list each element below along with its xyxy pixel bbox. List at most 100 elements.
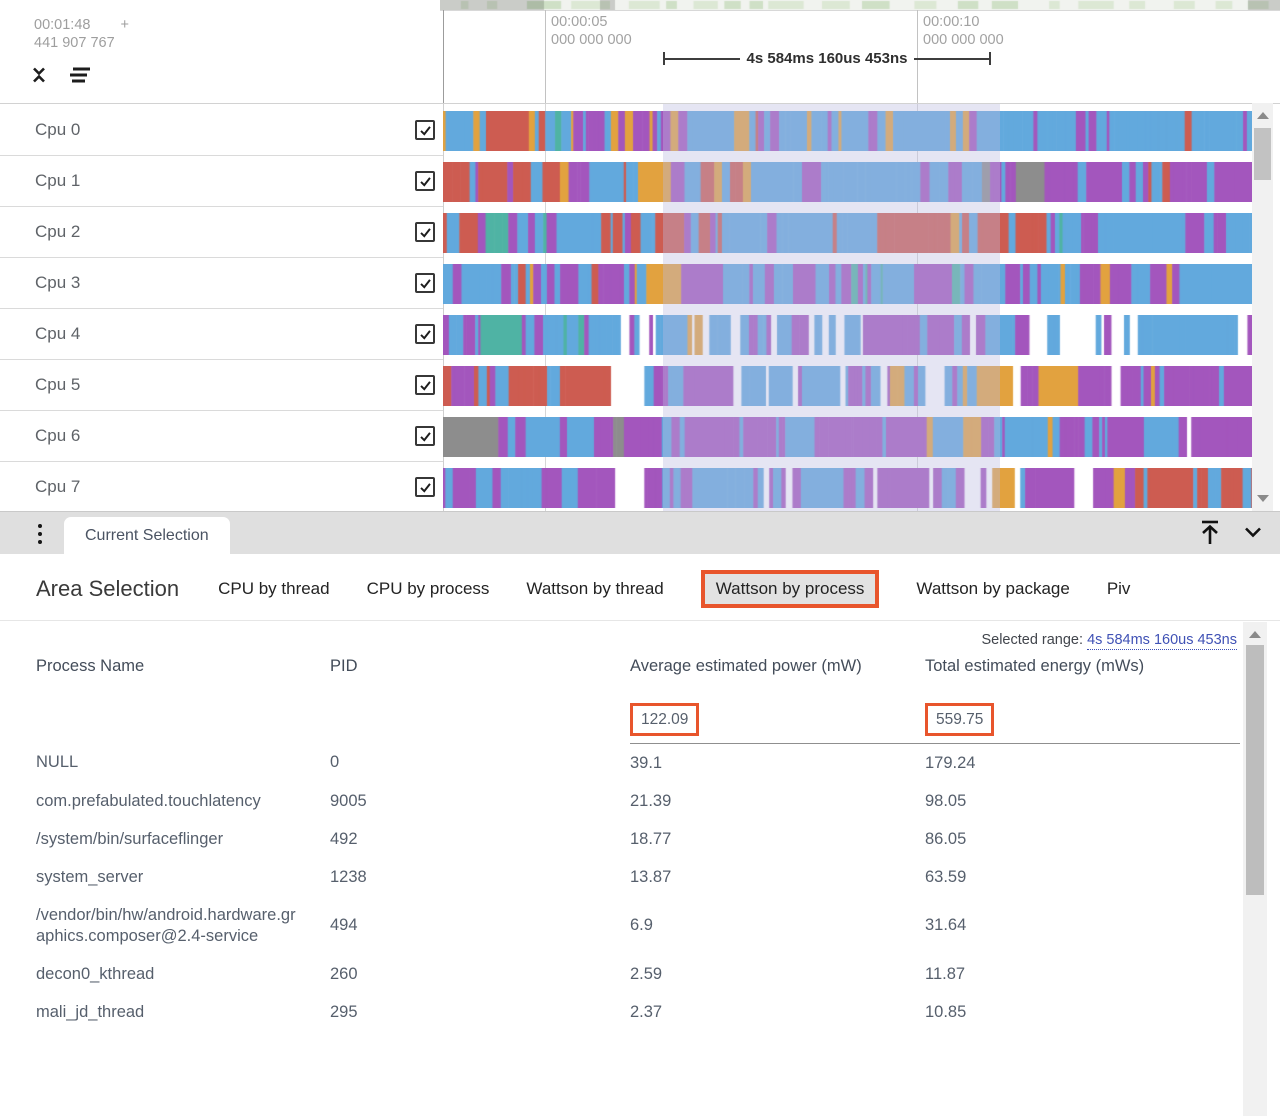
scroll-up-arrow-icon[interactable] xyxy=(1249,631,1261,638)
perfetto-trace-viewer: 00:01:48+ 441 907 767 00:00:05000 000 0 xyxy=(0,0,1280,1116)
ruler-divider xyxy=(0,103,1280,104)
power-cell: 6.9 xyxy=(630,896,925,955)
collapse-panel-button[interactable] xyxy=(1240,519,1266,545)
track-label: Cpu 1 xyxy=(35,171,80,191)
process-name-cell: NULL xyxy=(36,744,330,783)
clear-all-icon xyxy=(67,66,91,84)
track-label: Cpu 7 xyxy=(35,477,80,497)
track-shell: Cpu 6 xyxy=(0,411,443,462)
process-name-cell: /vendor/bin/hw/android.hardware.graphics… xyxy=(36,896,330,955)
track-checkbox[interactable] xyxy=(415,120,435,140)
track-row: Cpu 5 xyxy=(0,360,1280,411)
col-process-name: Process Name xyxy=(36,650,330,677)
timeline-overview-minimap[interactable] xyxy=(440,0,1280,11)
cpu-track-list: Cpu 0 Cpu 1 Cpu 2Cpu 3Cpu 4 Cpu 5 Cpu 6 Cpu 7 xyxy=(0,105,1280,511)
track-shell: Cpu 4 xyxy=(0,309,443,360)
tab-wattson-by-package[interactable]: Wattson by package xyxy=(916,579,1069,599)
pid-cell: 492 xyxy=(330,820,630,858)
scroll-up-arrow-icon[interactable] xyxy=(1257,112,1269,119)
scroll-down-arrow-icon[interactable] xyxy=(1257,495,1269,502)
track-row: Cpu 6 xyxy=(0,411,1280,462)
clock-plus: + xyxy=(120,17,128,33)
track-timeline[interactable] xyxy=(443,111,1252,151)
pid-cell: 260 xyxy=(330,955,630,993)
process-name-cell: com.prefabulated.touchlatency xyxy=(36,782,330,820)
power-cell: 39.1 xyxy=(630,744,925,783)
bottom-panel-tabstrip: Current Selection xyxy=(0,511,1280,554)
tab-current-selection[interactable]: Current Selection xyxy=(64,517,230,554)
track-timeline[interactable] xyxy=(443,315,1252,355)
track-row: Cpu 4 xyxy=(0,309,1280,360)
track-checkbox[interactable] xyxy=(415,273,435,293)
clear-all-button[interactable] xyxy=(66,62,92,88)
table-row: /vendor/bin/hw/android.hardware.graphics… xyxy=(36,896,1240,955)
track-label: Cpu 0 xyxy=(35,120,80,140)
panel-divider xyxy=(0,620,1280,621)
selected-range-label: Selected range: xyxy=(981,632,1083,648)
tab-piv[interactable]: Piv xyxy=(1107,579,1131,599)
scrollbar-thumb[interactable] xyxy=(1254,128,1271,180)
track-timeline[interactable] xyxy=(443,366,1252,406)
track-row: Cpu 0 xyxy=(0,105,1280,156)
power-cell: 2.37 xyxy=(630,993,925,1031)
col-total-energy: Total estimated energy (mWs) xyxy=(925,650,1240,677)
tab-cpu-by-thread[interactable]: CPU by thread xyxy=(218,579,330,599)
track-row: Cpu 3 xyxy=(0,258,1280,309)
power-cell: 21.39 xyxy=(630,782,925,820)
chevron-down-icon xyxy=(1242,521,1264,543)
pid-cell: 0 xyxy=(330,744,630,783)
tab-wattson-by-thread[interactable]: Wattson by thread xyxy=(526,579,663,599)
area-selection-tabs: Area Selection CPU by thread CPU by proce… xyxy=(36,564,1130,614)
track-timeline[interactable] xyxy=(443,213,1252,253)
track-checkbox[interactable] xyxy=(415,171,435,191)
table-row: system_server123813.8763.59 xyxy=(36,858,1240,896)
tab-cpu-by-process[interactable]: CPU by process xyxy=(367,579,490,599)
wattson-process-table: Process Name PID Average estimated power… xyxy=(36,650,1240,1031)
track-checkbox[interactable] xyxy=(415,477,435,497)
clock-offset-ns: 441 907 767 xyxy=(34,34,129,52)
track-label: Cpu 5 xyxy=(35,375,80,395)
track-checkbox[interactable] xyxy=(415,375,435,395)
total-power-annotated: 122.09 xyxy=(630,703,699,736)
col-pid: PID xyxy=(330,650,630,677)
energy-cell: 10.85 xyxy=(925,993,1240,1031)
tab-menu-kebab-icon[interactable] xyxy=(33,520,47,548)
energy-cell: 31.64 xyxy=(925,896,1240,955)
selected-range-value-link[interactable]: 4s 584ms 160us 453ns xyxy=(1087,632,1237,650)
tab-wattson-by-process[interactable]: Wattson by process xyxy=(701,570,880,608)
track-label: Cpu 6 xyxy=(35,426,80,446)
collapse-all-button[interactable] xyxy=(26,62,52,88)
process-name-cell: decon0_kthread xyxy=(36,955,330,993)
track-checkbox[interactable] xyxy=(415,222,435,242)
energy-cell: 98.05 xyxy=(925,782,1240,820)
ruler-tick-label: 00:00:10000 000 000 xyxy=(923,13,1004,49)
panel-title: Area Selection xyxy=(36,576,179,602)
track-row: Cpu 7 xyxy=(0,462,1280,511)
energy-cell: 63.59 xyxy=(925,858,1240,896)
track-area-boundary-line xyxy=(443,10,444,103)
total-energy-annotated: 559.75 xyxy=(925,703,994,736)
track-shell: Cpu 7 xyxy=(0,462,443,511)
track-timeline[interactable] xyxy=(443,468,1252,508)
track-timeline[interactable] xyxy=(443,162,1252,202)
track-timeline[interactable] xyxy=(443,264,1252,304)
ruler-gridline xyxy=(545,10,546,103)
pid-cell: 494 xyxy=(330,896,630,955)
track-checkbox[interactable] xyxy=(415,426,435,446)
track-scrollbar[interactable] xyxy=(1252,103,1273,511)
panel-scrollbar[interactable] xyxy=(1243,622,1267,1116)
expand-panel-button[interactable] xyxy=(1197,519,1223,545)
energy-cell: 11.87 xyxy=(925,955,1240,993)
track-timeline[interactable] xyxy=(443,417,1252,457)
energy-cell: 179.24 xyxy=(925,744,1240,783)
track-checkbox[interactable] xyxy=(415,324,435,344)
track-row: Cpu 2 xyxy=(0,207,1280,258)
pid-cell: 295 xyxy=(330,993,630,1031)
table-row: /system/bin/surfaceflinger49218.7786.05 xyxy=(36,820,1240,858)
process-name-cell: system_server xyxy=(36,858,330,896)
energy-cell: 86.05 xyxy=(925,820,1240,858)
table-row: NULL039.1179.24 xyxy=(36,744,1240,783)
power-cell: 13.87 xyxy=(630,858,925,896)
scrollbar-thumb[interactable] xyxy=(1246,645,1264,895)
pid-cell: 1238 xyxy=(330,858,630,896)
